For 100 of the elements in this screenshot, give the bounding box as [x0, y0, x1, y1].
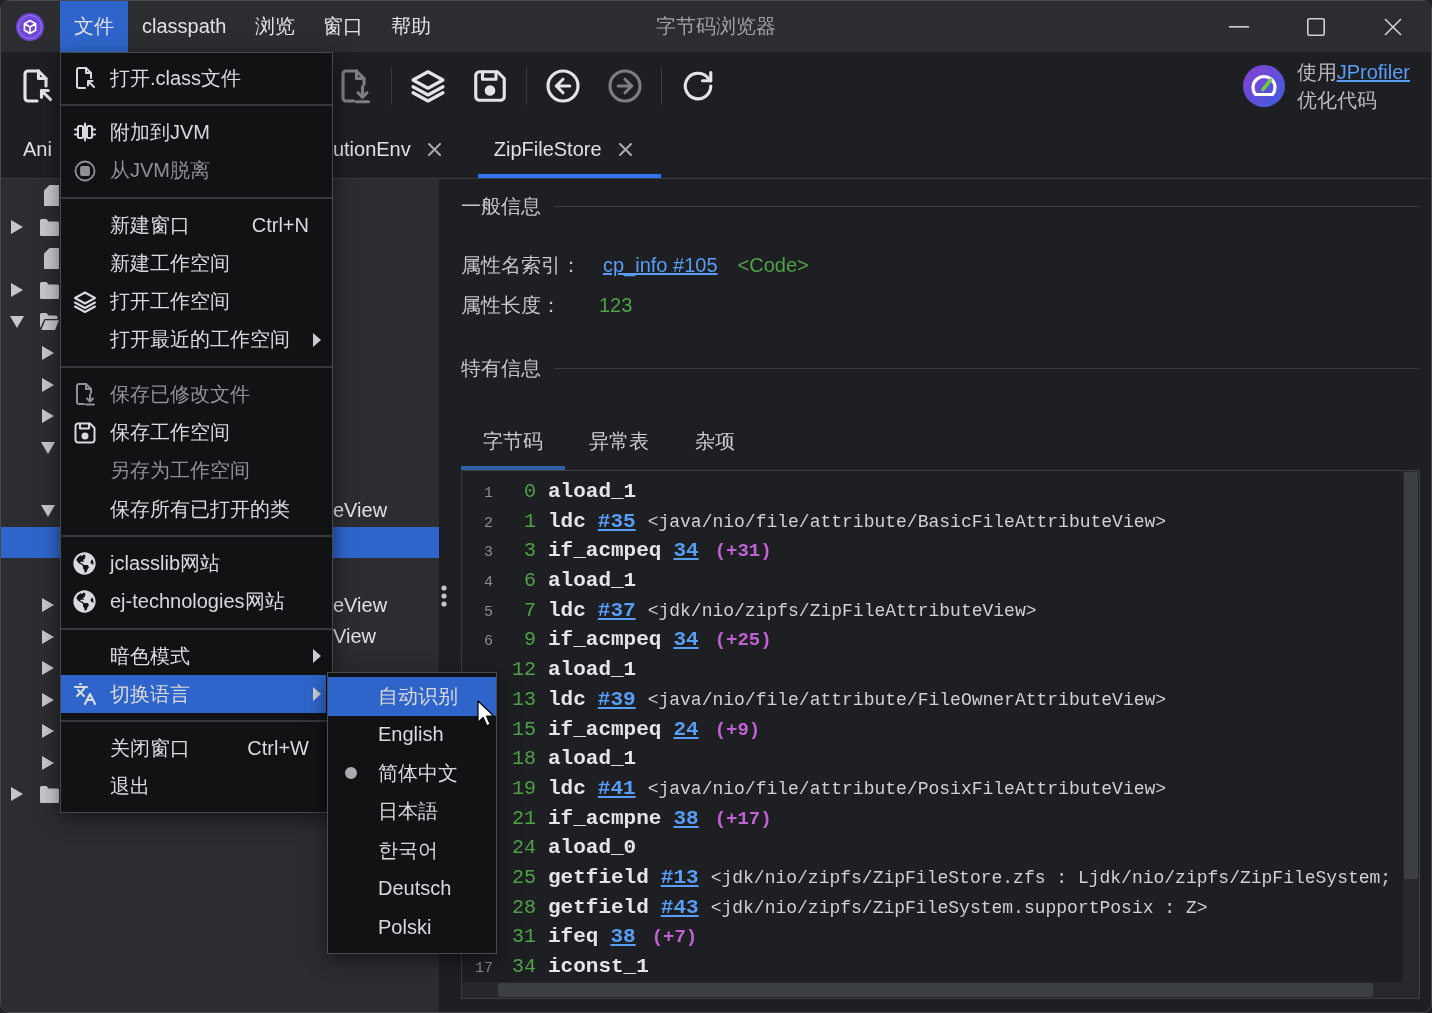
menu-item[interactable]: 关闭窗口 Ctrl+W [61, 729, 326, 768]
menu-item[interactable]: ej-technologies网站 [61, 582, 326, 621]
operand-link[interactable]: #41 [597, 776, 636, 800]
menu-bar-item[interactable]: 帮助 [376, 1, 445, 52]
caret-down-icon[interactable] [41, 504, 55, 517]
editor-tab[interactable]: Ani [7, 120, 60, 178]
scrollbar-thumb[interactable] [1404, 472, 1418, 879]
tree-label[interactable]: View [333, 625, 376, 649]
operand-link[interactable]: #35 [597, 509, 636, 533]
menu-item[interactable]: English [328, 715, 496, 755]
caret-right-icon[interactable] [42, 629, 54, 644]
menu-item[interactable]: 한국어 [328, 831, 496, 870]
menu-item[interactable]: 简体中文 [328, 754, 496, 793]
field-value: <Code> [737, 253, 809, 277]
operand-link[interactable]: #13 [660, 865, 699, 889]
line-number: 17 [475, 960, 493, 977]
menu-item[interactable]: 打开最近的工作空间 [61, 320, 326, 360]
caret-right-icon[interactable] [42, 409, 54, 424]
menu-item[interactable]: Polski [328, 908, 496, 947]
menu-bar-item[interactable]: 浏览 [240, 1, 309, 52]
menu-bar-item[interactable]: classpath [128, 1, 241, 52]
constant-comment: <java/nio/file/attribute/PosixFileAttributeView> [647, 778, 1167, 799]
scrollbar-thumb[interactable] [498, 983, 1373, 997]
line-number: 1 [484, 485, 493, 502]
file-download-icon [73, 382, 97, 407]
branch-offset: (+7) [651, 926, 698, 949]
opcode: getfield [548, 895, 649, 919]
operand-link[interactable]: 34 [673, 539, 699, 563]
constant-comment: <java/nio/file/attribute/FileOwnerAttributeView> [647, 689, 1167, 710]
caret-right-icon[interactable] [42, 377, 54, 392]
menu-item[interactable]: 打开工作空间 [61, 282, 326, 321]
field-label: 属性长度： [461, 292, 562, 318]
gauge-logo-icon [1242, 65, 1285, 107]
menu-item[interactable]: Deutsch [328, 869, 496, 909]
line-number: 4 [484, 574, 493, 592]
field-label: 属性名索引： [461, 252, 582, 278]
menu-item[interactable]: 保存工作空间 [61, 413, 326, 452]
layers-icon [73, 289, 97, 314]
caret-right-icon[interactable] [11, 283, 23, 298]
bytecode-offset: 7 [524, 598, 536, 622]
operand-link[interactable]: #39 [597, 687, 636, 711]
tab[interactable]: 异常表 [567, 413, 671, 470]
menu-item[interactable]: 退出 [61, 767, 326, 807]
tab[interactable]: 字节码 [461, 413, 565, 470]
caret-right-icon[interactable] [42, 346, 54, 361]
menu-bar-item[interactable]: 文件 [60, 1, 128, 52]
bytecode-offset: 18 [512, 747, 536, 771]
bytecode-offset: 6 [524, 569, 536, 593]
opcode: aload_1 [548, 747, 637, 771]
circle-arrow-right-icon [607, 68, 643, 104]
horizontal-scrollbar[interactable] [462, 982, 1403, 998]
caret-right-icon[interactable] [42, 724, 54, 739]
caret-right-icon[interactable] [42, 692, 54, 707]
caret-right-icon[interactable] [11, 220, 23, 235]
menu-item[interactable]: 暗色模式 [61, 636, 326, 676]
menu-item[interactable]: 日本語 [328, 792, 496, 832]
editor-tab[interactable]: ZipFileStore [477, 120, 661, 178]
constant-comment: <java/nio/file/attribute/BasicFileAttributeView> [647, 511, 1167, 532]
menu-item[interactable]: 切换语言 [61, 675, 326, 714]
caret-right-icon[interactable] [42, 661, 54, 676]
bytecode-offset: 1 [524, 509, 536, 533]
menu-bar-item[interactable]: 窗口 [308, 1, 377, 52]
menu-item[interactable]: jclasslib网站 [61, 544, 326, 583]
caret-right-icon[interactable] [42, 755, 54, 770]
operand-link[interactable]: #37 [597, 598, 636, 622]
menu-item[interactable]: 新建窗口 Ctrl+N [61, 205, 326, 245]
tree-label[interactable]: eView [333, 593, 388, 617]
menu-item[interactable]: 打开.class文件 [61, 59, 326, 98]
cp-info-link[interactable]: cp_info #105 [603, 253, 718, 277]
constant-comment: <jdk/nio/zipfs/ZipFileAttributeView> [647, 600, 1037, 621]
close-icon[interactable] [427, 142, 441, 156]
caret-right-icon[interactable] [42, 598, 54, 613]
stop-circle-icon [73, 158, 97, 183]
menu-item[interactable]: 自动识别 [328, 677, 496, 716]
caret-down-icon[interactable] [41, 441, 55, 454]
translate-icon [73, 682, 97, 707]
opcode: aload_0 [548, 836, 637, 860]
operand-link[interactable]: 38 [673, 806, 699, 830]
opcode: aload_1 [548, 569, 637, 593]
operand-link[interactable]: 24 [673, 717, 699, 741]
opcode: ldc [548, 776, 586, 800]
close-icon[interactable] [618, 142, 632, 156]
constant-comment: <jdk/nio/zipfs/ZipFileStore.zfs : Ljdk/nio/zipfs/ZipFileSystem; [710, 867, 1392, 888]
tab[interactable]: 杂项 [673, 413, 757, 470]
caret-right-icon[interactable] [11, 787, 23, 802]
opcode: ldc [548, 509, 586, 533]
vertical-scrollbar[interactable] [1403, 471, 1419, 982]
bytecode-offset: 21 [512, 806, 536, 830]
tree-label[interactable]: eView [333, 499, 388, 523]
line-number: 6 [484, 633, 493, 651]
bytecode-offset: 31 [512, 925, 536, 949]
caret-down-icon[interactable] [10, 315, 24, 328]
folder-icon [40, 281, 59, 299]
menu-item[interactable]: 新建工作空间 [61, 244, 326, 283]
open-folder-icon [40, 313, 59, 331]
operand-link[interactable]: #43 [660, 895, 699, 919]
drag-handle-icon[interactable] [441, 584, 447, 607]
operand-link[interactable]: 38 [610, 925, 636, 949]
operand-link[interactable]: 34 [673, 628, 699, 652]
menu-item[interactable]: 保存所有已打开的类 [61, 489, 326, 529]
